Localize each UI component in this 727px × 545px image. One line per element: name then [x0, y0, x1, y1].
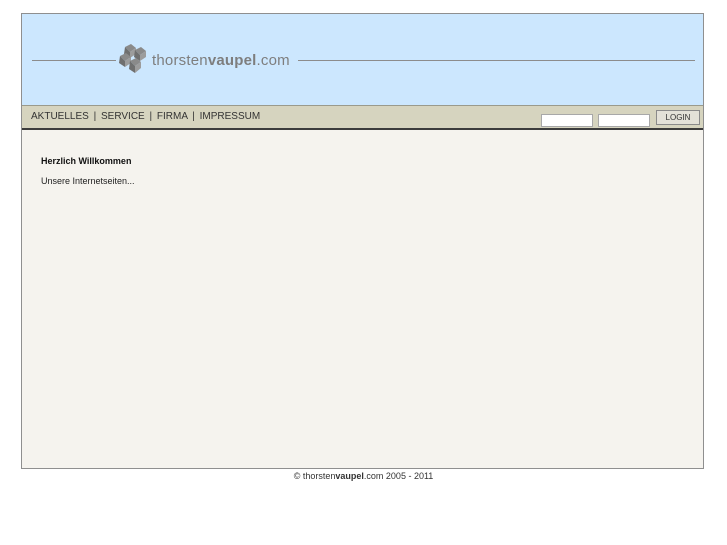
- site-header: thorstenvaupel.com: [22, 14, 703, 106]
- login-button[interactable]: LOGIN: [656, 110, 700, 125]
- logo-wordmark: thorstenvaupel.com: [152, 52, 290, 69]
- nav-separator: |: [192, 111, 195, 122]
- logo-brand-bold: vaupel: [207, 51, 257, 69]
- footer-brand-light: thorsten: [302, 471, 336, 481]
- nav-separator: |: [93, 111, 97, 122]
- logo-brand-light: thorsten: [152, 51, 208, 69]
- copyright-symbol: ©: [293, 471, 301, 481]
- password-input[interactable]: [598, 114, 650, 127]
- page-title: Herzlich Willkommen: [41, 156, 132, 166]
- main-nav: AKTUELLES | SERVICE | FIRMA | IMPRESSUM: [31, 111, 260, 122]
- site-footer: © thorstenvaupel.com 2005 - 2011: [0, 471, 727, 481]
- main-content: Herzlich Willkommen Unsere Internetseite…: [41, 156, 135, 186]
- nav-link-aktuelles[interactable]: AKTUELLES: [31, 111, 89, 122]
- nav-link-firma[interactable]: FIRMA: [157, 111, 188, 122]
- footer-brand-suffix: .com: [363, 471, 384, 481]
- cubes-icon: [119, 44, 146, 73]
- header-rule-left: [32, 60, 116, 61]
- page-frame: thorstenvaupel.com AKTUELLES | SERVICE |…: [21, 13, 704, 469]
- nav-link-service[interactable]: SERVICE: [101, 111, 145, 122]
- username-input[interactable]: [541, 114, 593, 127]
- intro-text: Unsere Internetseiten...: [41, 176, 135, 186]
- nav-separator: |: [149, 111, 153, 122]
- site-logo[interactable]: thorstenvaupel.com: [118, 44, 290, 76]
- header-rule-right: [298, 60, 695, 61]
- footer-brand-bold: vaupel: [335, 471, 364, 481]
- nav-link-impressum[interactable]: IMPRESSUM: [200, 111, 261, 122]
- footer-brand: thorstenvaupel.com: [303, 471, 384, 481]
- footer-years: 2005 - 2011: [385, 471, 434, 481]
- logo-brand-suffix: .com: [256, 51, 290, 69]
- nav-bar: AKTUELLES | SERVICE | FIRMA | IMPRESSUM …: [22, 106, 703, 130]
